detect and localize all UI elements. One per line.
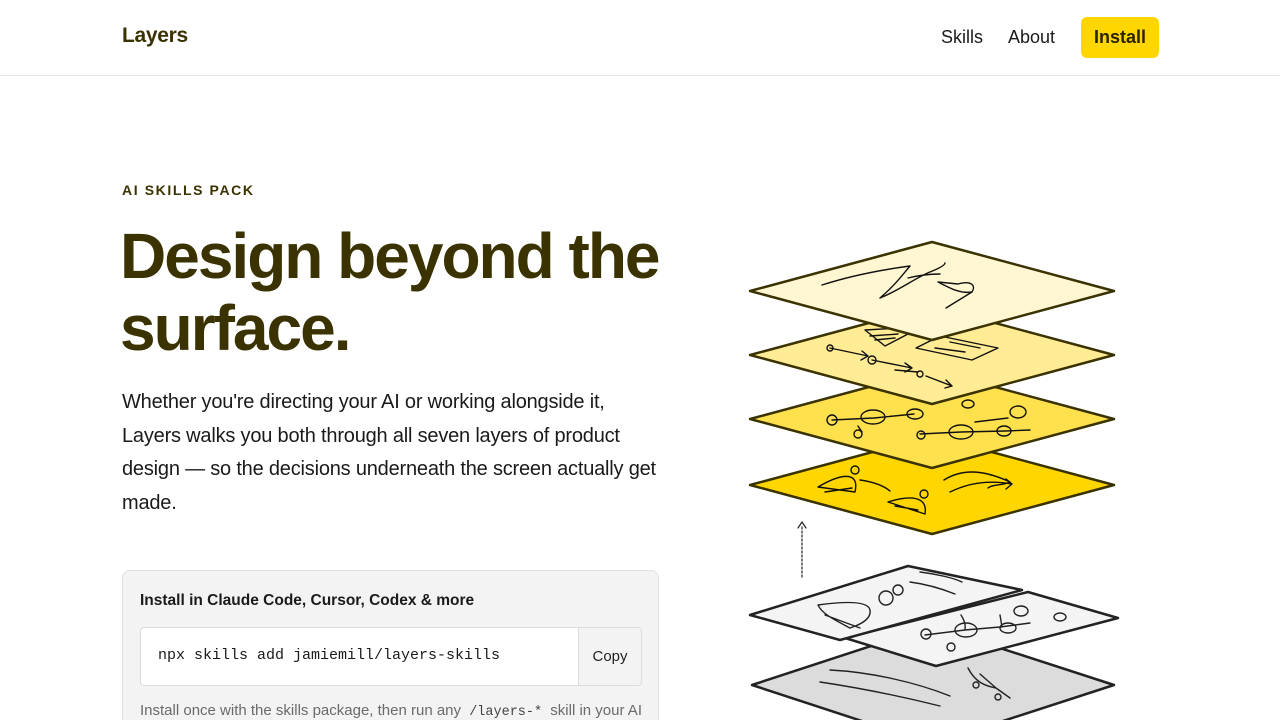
note-skill-code: /layers-* (469, 705, 543, 720)
hero-description: Whether you're directing your AI or work… (122, 391, 656, 514)
note-suffix: skill in your AI (550, 702, 642, 719)
install-button[interactable]: Install (1081, 17, 1159, 58)
brand-logo[interactable]: Layers (122, 24, 188, 48)
note-prefix: Install once with the skills package, th… (140, 702, 462, 719)
eyebrow-label: AI SKILLS PACK (122, 182, 255, 198)
install-card-note: Install once with the skills package, th… (140, 702, 642, 720)
copy-command-button[interactable]: Copy (578, 628, 641, 685)
install-card-title: Install in Claude Code, Cursor, Codex & … (140, 592, 475, 609)
hero-headline: Design beyond the surface. (120, 220, 680, 364)
yellow-layer-1 (748, 240, 1116, 342)
nav-link-skills[interactable]: Skills (941, 27, 983, 48)
headline-line-1: Design beyond the (120, 220, 660, 292)
nav-link-about[interactable]: About (1008, 27, 1055, 48)
install-command-box: npx skills add jamiemill/layers-skills C… (140, 627, 642, 686)
install-card: Install in Claude Code, Cursor, Codex & … (122, 570, 659, 720)
headline-line-2: surface. (120, 292, 351, 364)
top-navigation-bar: Layers Skills About Install (0, 0, 1280, 76)
stacked-design-layers-icon (748, 240, 1120, 720)
install-command-text[interactable]: npx skills add jamiemill/layers-skills (158, 647, 500, 664)
main-nav: Skills About Install (941, 17, 1159, 58)
dotted-up-arrow-icon (797, 521, 807, 578)
